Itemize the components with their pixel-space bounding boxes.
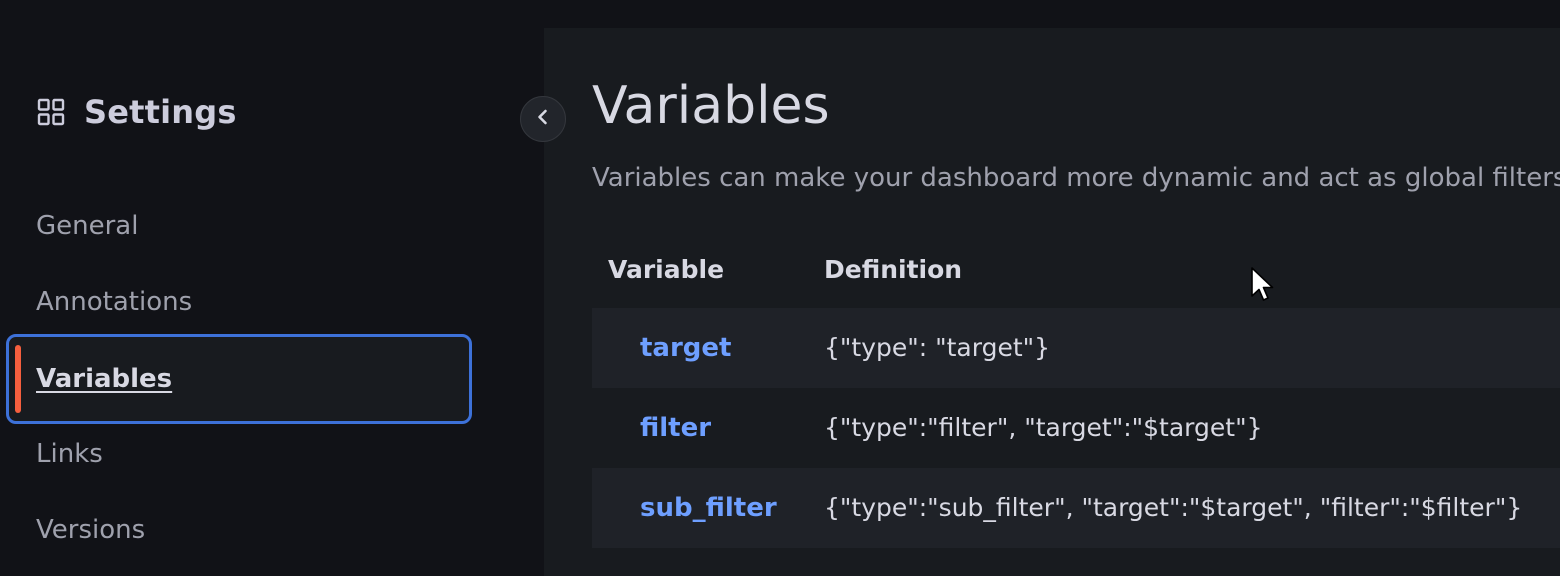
dashboard-grid-icon xyxy=(36,97,66,127)
nav-item-versions[interactable]: Versions xyxy=(36,510,145,550)
column-header-variable: Variable xyxy=(608,255,725,284)
nav-item-annotations[interactable]: Annotations xyxy=(36,282,192,322)
table-row: sub_filter {"type":"sub_filter", "target… xyxy=(592,468,1560,548)
nav-item-links[interactable]: Links xyxy=(36,434,103,474)
settings-header: Settings xyxy=(36,92,237,132)
variable-definition: {"type":"filter", "target":"$target"} xyxy=(824,413,1263,442)
column-header-definition: Definition xyxy=(824,255,963,284)
variable-definition: {"type":"sub_filter", "target":"$target"… xyxy=(824,493,1523,522)
table-row: target {"type": "target"} xyxy=(592,308,1560,388)
variable-link-filter[interactable]: filter xyxy=(640,408,711,448)
variable-link-sub-filter[interactable]: sub_filter xyxy=(640,488,777,528)
nav-item-variables-label: Variables xyxy=(36,364,173,394)
nav-item-variables[interactable]: Variables xyxy=(6,334,472,424)
variable-link-target[interactable]: target xyxy=(640,328,731,368)
nav-item-general[interactable]: General xyxy=(36,206,138,246)
table-row: filter {"type":"filter", "target":"$targ… xyxy=(592,388,1560,468)
active-indicator xyxy=(15,345,21,413)
page-title: Variables xyxy=(592,76,830,136)
settings-sidebar: Settings General Annotations Variables L… xyxy=(0,28,544,576)
variables-page: Variables Variables can make your dashbo… xyxy=(544,28,1560,576)
page-description: Variables can make your dashboard more d… xyxy=(592,163,1560,193)
top-bar xyxy=(0,0,1560,28)
mouse-pointer-icon xyxy=(1250,266,1276,308)
variable-definition: {"type": "target"} xyxy=(824,333,1051,362)
chevron-left-icon xyxy=(534,108,552,130)
settings-title: Settings xyxy=(84,93,237,131)
collapse-sidebar-button[interactable] xyxy=(520,96,566,142)
